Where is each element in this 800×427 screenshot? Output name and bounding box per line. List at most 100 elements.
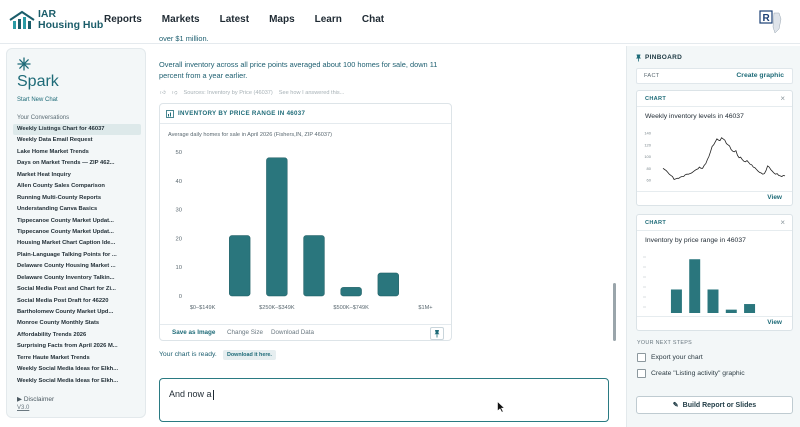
chart-ready-text: Your chart is ready. xyxy=(159,351,217,358)
checkbox[interactable] xyxy=(637,353,646,362)
start-new-chat-link[interactable]: Start New Chat xyxy=(17,97,58,103)
version-link[interactable]: V3.0 xyxy=(17,405,29,411)
how-answered-link[interactable]: See how I answered this... xyxy=(279,90,345,96)
pin-button[interactable] xyxy=(430,327,444,340)
x-tick-label: $250K–$349K xyxy=(259,305,295,311)
pinboard-title: PINBOARD xyxy=(645,54,683,61)
conversations-heading: Your Conversations xyxy=(17,115,70,121)
disclaimer-toggle[interactable]: ▶ Disclaimer xyxy=(17,395,54,403)
disclaimer-label: Disclaimer xyxy=(23,396,55,403)
nav-learn[interactable]: Learn xyxy=(315,14,342,25)
x-tick-label: $0–$149K xyxy=(190,305,216,311)
mouse-cursor-icon xyxy=(497,401,505,413)
pinboard-pin-icon xyxy=(636,54,641,62)
conversation-item[interactable]: Surprising Facts from April 2026 M... xyxy=(13,341,141,352)
view-button[interactable]: View xyxy=(767,319,782,326)
thumbs-down-icon[interactable]: 👎︎ xyxy=(172,89,178,96)
close-icon[interactable]: × xyxy=(780,218,785,227)
pinned-chart-title: Weekly inventory levels in 46037 xyxy=(645,113,744,120)
fact-row: FACT Create graphic xyxy=(636,68,793,84)
nav-markets[interactable]: Markets xyxy=(162,14,200,25)
conversation-item[interactable]: Understanding Canva Basics xyxy=(13,204,141,215)
svg-text:R: R xyxy=(763,13,771,24)
y-tick-label: 20 xyxy=(176,236,182,242)
realtor-logo[interactable]: R xyxy=(757,9,783,35)
conversation-item[interactable]: Lake Home Market Trends xyxy=(13,147,141,158)
chat-input[interactable]: And now a xyxy=(159,378,609,422)
create-graphic-button[interactable]: Create graphic xyxy=(736,72,784,79)
bar xyxy=(377,272,399,297)
download-it-here-link[interactable]: Download it here. xyxy=(223,350,276,360)
conversation-item[interactable]: Plain-Language Talking Points for ... xyxy=(13,250,141,261)
message-meta: 👍︎ 👎︎ Sources: Inventory by Price (46037… xyxy=(160,89,345,97)
mini-bar xyxy=(744,304,756,313)
bar-chart-icon xyxy=(166,110,174,118)
mini-bar xyxy=(725,309,737,313)
conversation-item[interactable]: Weekly Listings Chart for 46037 xyxy=(13,124,141,136)
y-tick-label: 10 xyxy=(176,265,182,271)
conversation-item[interactable]: Tippecanoe County Market Updat... xyxy=(13,227,141,238)
y-tick-label: 120 xyxy=(644,142,651,147)
next-steps-heading: YOUR NEXT STEPS xyxy=(637,340,693,346)
nav-chat[interactable]: Chat xyxy=(362,14,384,25)
close-icon[interactable]: × xyxy=(780,94,785,103)
price-range-bar-chart: 0 10 20 30 40 50 $0–$149K $250K–$349K $500K–$749… xyxy=(176,150,433,311)
pinned-chart-weekly-inventory: CHART × Weekly inventory levels in 46037… xyxy=(636,90,793,206)
thumbs-up-icon[interactable]: 👍︎ xyxy=(160,89,166,96)
conversation-item[interactable]: Social Media Post and Chart for Zi... xyxy=(13,284,141,295)
nav-latest[interactable]: Latest xyxy=(220,14,249,25)
pinboard-panel: PINBOARD FACT Create graphic CHART × Wee… xyxy=(626,46,800,427)
iar-logo[interactable]: IAR Housing Hub xyxy=(8,9,104,35)
main-scrollbar[interactable] xyxy=(613,283,616,341)
conversation-item[interactable]: Housing Market Chart Caption Ide... xyxy=(13,238,141,249)
conversation-item[interactable]: Running Multi-County Reports xyxy=(13,193,141,204)
conversation-item[interactable]: Affordability Trends 2026 xyxy=(13,330,141,341)
conversation-item[interactable]: Weekly Social Media Ideas for Elkh... xyxy=(13,364,141,375)
y-tick-label: 140 xyxy=(644,131,651,136)
y-tick-label: 40 xyxy=(176,179,182,185)
conversation-item[interactable]: Delaware County Housing Market ... xyxy=(13,261,141,272)
bar xyxy=(340,287,362,297)
text-caret xyxy=(212,389,214,400)
x-tick-label: $500K–$749K xyxy=(333,305,369,311)
conversation-item[interactable]: Tippecanoe County Market Updat... xyxy=(13,216,141,227)
conversation-item[interactable]: Market Heat Inquiry xyxy=(13,170,141,181)
y-tick-label: 50 xyxy=(176,150,182,156)
house-icon xyxy=(9,10,35,29)
checkbox[interactable] xyxy=(637,369,646,378)
conversation-item[interactable]: Days on Market Trends — ZIP 462... xyxy=(13,158,141,169)
spark-brand: Spark xyxy=(17,73,59,90)
mini-bar xyxy=(670,289,682,313)
view-button[interactable]: View xyxy=(767,194,782,201)
y-tick-label: 80 xyxy=(647,166,652,171)
save-as-image-button[interactable]: Save as Image xyxy=(172,329,215,336)
weekly-inventory-line-chart: 140 120 100 80 60 xyxy=(644,131,786,183)
conversation-item[interactable]: Monroe County Monthly Stats xyxy=(13,318,141,329)
nav-reports[interactable]: Reports xyxy=(104,14,142,25)
conversation-list: Weekly Listings Chart for 46037 Weekly Da… xyxy=(13,124,141,387)
bar xyxy=(266,157,288,297)
build-report-label: Build Report or Slides xyxy=(682,401,757,409)
magic-wand-icon: ✎ xyxy=(672,402,679,409)
change-size-button[interactable]: Change Size xyxy=(227,329,263,336)
conversation-item[interactable]: Terre Haute Market Trends xyxy=(13,353,141,364)
conversation-item[interactable]: Allen County Sales Comparison xyxy=(13,181,141,192)
conversation-item[interactable]: Weekly Data Email Request xyxy=(13,135,141,146)
logo-line2: Housing Hub xyxy=(38,19,104,31)
sources-text[interactable]: Sources: Inventory by Price (46037) xyxy=(184,90,273,96)
build-report-button[interactable]: ✎ Build Report or Slides xyxy=(636,396,793,414)
x-tick-label: $1M+ xyxy=(418,305,432,311)
pin-icon xyxy=(434,330,440,338)
download-data-button[interactable]: Download Data xyxy=(271,329,314,336)
nav-maps[interactable]: Maps xyxy=(269,14,295,25)
y-tick-label: 100 xyxy=(644,154,651,159)
conversation-item[interactable]: Weekly Social Media Ideas for Elkh... xyxy=(13,376,141,387)
next-step-export[interactable]: Export your chart xyxy=(637,353,703,362)
conversation-item[interactable]: Social Media Post Draft for 46220 xyxy=(13,296,141,307)
conversation-item[interactable]: Delaware County Inventory Talkin... xyxy=(13,273,141,284)
pinned-chart-title: Inventory by price range in 46037 xyxy=(645,237,746,244)
next-step-create-graphic[interactable]: Create "Listing activity" graphic xyxy=(637,369,745,378)
pinned-card-label: CHART xyxy=(645,96,667,102)
conversation-item[interactable]: Bartholomew County Market Upd... xyxy=(13,307,141,318)
inventory-line xyxy=(662,137,786,180)
